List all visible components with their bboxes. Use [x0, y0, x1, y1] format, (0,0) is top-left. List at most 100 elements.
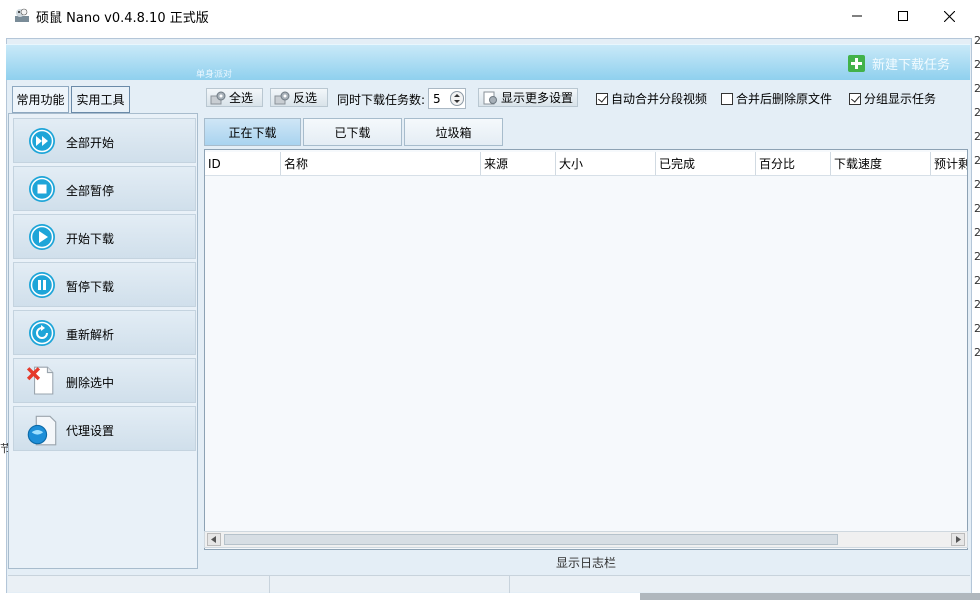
gear-icon: [274, 91, 290, 104]
scroll-right-icon[interactable]: [951, 533, 965, 546]
maximize-button[interactable]: [880, 0, 926, 32]
tab-downloading[interactable]: 正在下载: [204, 118, 301, 146]
checkbox-checked-icon: [849, 92, 861, 105]
start-all-button[interactable]: 全部开始: [13, 118, 196, 163]
edge-char: 2: [974, 106, 980, 119]
edge-char: 2: [974, 298, 980, 311]
maximize-icon: [898, 11, 908, 21]
edge-char: 2: [974, 202, 980, 215]
top-banner: 单身派对: [6, 44, 970, 80]
column-header-source[interactable]: 来源: [481, 152, 556, 175]
scrollbar-thumb[interactable]: [224, 534, 838, 545]
sidebar-item-label: 全部开始: [66, 136, 115, 150]
sidebar-item-label: 开始下载: [66, 232, 115, 246]
pause-all-button[interactable]: 全部暂停: [13, 166, 196, 211]
title-bar: 硕鼠 Nano v0.4.8.10 正式版: [0, 0, 980, 32]
edge-char: 2: [974, 82, 980, 95]
checkbox-checked-icon: [596, 92, 608, 105]
download-list[interactable]: ID 名称 来源 大小 已完成 百分比 下载速度 预计剩余: [204, 149, 968, 550]
close-button[interactable]: [926, 0, 972, 32]
refresh-icon: [29, 320, 55, 346]
settings-page-icon: [483, 91, 497, 104]
sidebar-item-label: 代理设置: [66, 424, 115, 438]
sidebar: 全部开始 全部暂停 开始下载 暂停下载 重新解析 删除选中 代理设置: [8, 113, 198, 569]
delete-selected-button[interactable]: 删除选中: [13, 358, 196, 403]
sidebar-item-label: 暂停下载: [66, 280, 115, 294]
window-title: 硕鼠 Nano v0.4.8.10 正式版: [36, 11, 209, 26]
status-bar: [8, 575, 970, 593]
scroll-left-icon[interactable]: [207, 533, 221, 546]
app-window: 硕鼠 Nano v0.4.8.10 正式版 单身派对 新建下载任务 常用功能 实…: [0, 0, 980, 600]
background-window-edge: 2 2 2 2 2 2 2 2 2 2 2 2 2 2: [972, 32, 980, 600]
new-task-label: 新建下载任务: [872, 58, 951, 73]
status-pane: [510, 576, 970, 593]
auto-merge-checkbox[interactable]: 自动合并分段视频: [596, 90, 707, 107]
play-icon: [29, 224, 55, 250]
close-icon: [943, 10, 955, 22]
minimize-icon: [852, 15, 862, 17]
proxy-icon: [27, 415, 57, 446]
column-header-eta[interactable]: 预计剩余: [931, 152, 967, 175]
select-all-label: 全选: [229, 91, 254, 105]
edge-char: 2: [974, 226, 980, 239]
new-task-button[interactable]: 新建下载任务: [848, 54, 950, 73]
show-log-bar[interactable]: 显示日志栏: [204, 553, 968, 573]
checkbox-unchecked-icon: [721, 92, 733, 105]
sidebar-item-label: 全部暂停: [66, 184, 115, 198]
column-header-speed[interactable]: 下载速度: [831, 152, 931, 175]
edge-char: 2: [974, 34, 980, 47]
edge-char: 2: [974, 154, 980, 167]
show-more-settings-button[interactable]: 显示更多设置: [478, 88, 578, 107]
plus-icon: [848, 55, 865, 72]
concurrent-tasks-label: 同时下载任务数:: [337, 93, 426, 107]
column-header-name[interactable]: 名称: [281, 152, 481, 175]
tab-utility-tools[interactable]: 实用工具: [71, 86, 130, 113]
status-pane: [270, 576, 510, 593]
column-header-size[interactable]: 大小: [556, 152, 656, 175]
delete-after-merge-checkbox[interactable]: 合并后删除原文件: [721, 90, 832, 107]
reparse-button[interactable]: 重新解析: [13, 310, 196, 355]
pause-icon: [29, 272, 55, 298]
pause-download-button[interactable]: 暂停下载: [13, 262, 196, 307]
column-header-id[interactable]: ID: [205, 152, 281, 175]
edge-char: 2: [974, 130, 980, 143]
minimize-button[interactable]: [834, 0, 880, 32]
invert-selection-label: 反选: [293, 91, 318, 105]
gear-icon: [210, 91, 226, 104]
bottom-edge: [0, 593, 980, 600]
tab-common-functions[interactable]: 常用功能: [12, 86, 69, 113]
start-download-button[interactable]: 开始下载: [13, 214, 196, 259]
column-header-completed[interactable]: 已完成: [656, 152, 756, 175]
edge-char: 2: [974, 322, 980, 335]
status-pane: [8, 576, 270, 593]
select-all-button[interactable]: 全选: [206, 88, 263, 107]
background-window-edge-left: 节: [0, 442, 8, 454]
delete-icon: [26, 366, 54, 395]
concurrent-tasks-value: 5: [433, 92, 441, 106]
stop-icon: [29, 176, 55, 202]
concurrent-tasks-stepper[interactable]: 5: [428, 88, 466, 109]
sidebar-item-label: 删除选中: [66, 376, 115, 390]
list-header: ID 名称 来源 大小 已完成 百分比 下载速度 预计剩余: [205, 152, 967, 176]
horizontal-scrollbar[interactable]: [204, 531, 968, 548]
auto-merge-label: 自动合并分段视频: [611, 92, 708, 106]
group-tasks-checkbox[interactable]: 分组显示任务: [849, 90, 936, 107]
show-more-settings-label: 显示更多设置: [501, 91, 574, 105]
column-header-percent[interactable]: 百分比: [756, 152, 831, 175]
edge-char: 2: [974, 178, 980, 191]
stepper-arrows-icon[interactable]: [450, 91, 464, 106]
delete-after-merge-label: 合并后删除原文件: [736, 92, 833, 106]
group-tasks-label: 分组显示任务: [864, 92, 937, 106]
banner-subtitle: 单身派对: [196, 70, 233, 80]
tab-downloaded[interactable]: 已下载: [303, 118, 402, 146]
tab-trash[interactable]: 垃圾箱: [404, 118, 503, 146]
app-logo-icon: [15, 8, 29, 22]
edge-char: 2: [974, 274, 980, 287]
edge-char: 2: [974, 250, 980, 263]
edge-char: 2: [974, 346, 980, 359]
sidebar-item-label: 重新解析: [66, 328, 115, 342]
invert-selection-button[interactable]: 反选: [270, 88, 328, 107]
proxy-settings-button[interactable]: 代理设置: [13, 406, 196, 451]
edge-char: 2: [974, 58, 980, 71]
fast-forward-icon: [29, 128, 55, 154]
